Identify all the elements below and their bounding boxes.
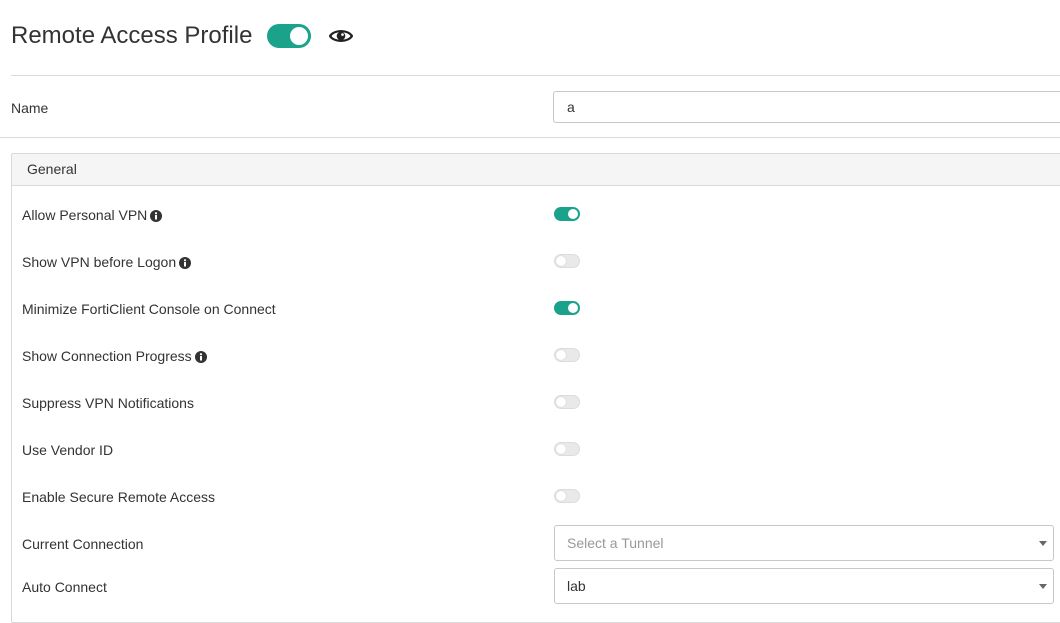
minimize-console-toggle[interactable] bbox=[554, 301, 580, 315]
allow-personal-vpn-label: Allow Personal VPN bbox=[22, 207, 148, 223]
chevron-down-icon bbox=[1039, 584, 1047, 589]
use-vendor-id-label: Use Vendor ID bbox=[22, 442, 114, 458]
enable-secure-remote-access-toggle[interactable] bbox=[554, 489, 580, 503]
auto-connect-label: Auto Connect bbox=[22, 579, 107, 595]
allow-personal-vpn-toggle[interactable] bbox=[554, 207, 580, 221]
use-vendor-id-toggle[interactable] bbox=[554, 442, 580, 456]
row-auto-connect: Auto Connect lab bbox=[12, 568, 1054, 617]
name-label: Name bbox=[11, 100, 49, 116]
current-connection-label: Current Connection bbox=[22, 536, 144, 552]
info-icon[interactable] bbox=[194, 350, 207, 363]
info-icon[interactable] bbox=[179, 256, 192, 269]
enable-secure-remote-access-label: Enable Secure Remote Access bbox=[22, 489, 215, 505]
auto-connect-value: lab bbox=[567, 578, 586, 594]
name-input[interactable] bbox=[553, 91, 1060, 123]
row-allow-personal-vpn: Allow Personal VPN bbox=[12, 205, 1052, 245]
current-connection-placeholder: Select a Tunnel bbox=[567, 535, 664, 551]
profile-enabled-toggle[interactable] bbox=[267, 24, 312, 48]
suppress-vpn-notifications-toggle[interactable] bbox=[554, 395, 580, 409]
current-connection-select[interactable]: Select a Tunnel bbox=[554, 525, 1054, 561]
name-divider bbox=[0, 137, 1060, 138]
row-show-vpn-before-logon: Show VPN before Logon bbox=[12, 252, 1052, 292]
info-icon[interactable] bbox=[150, 209, 163, 222]
row-use-vendor-id: Use Vendor ID bbox=[12, 440, 1052, 480]
header-divider bbox=[11, 75, 1060, 76]
row-show-connection-progress: Show Connection Progress bbox=[12, 346, 1052, 386]
auto-connect-select[interactable]: lab bbox=[554, 568, 1054, 604]
row-suppress-vpn-notifications: Suppress VPN Notifications bbox=[12, 393, 1052, 433]
general-panel: General Allow Personal VPN Show VPN befo… bbox=[11, 153, 1060, 623]
page-title: Remote Access Profile bbox=[11, 22, 253, 49]
minimize-console-label: Minimize FortiClient Console on Connect bbox=[22, 301, 276, 317]
toggle-knob bbox=[290, 27, 309, 45]
chevron-down-icon bbox=[1039, 541, 1047, 546]
eye-icon[interactable] bbox=[329, 26, 355, 46]
show-vpn-before-logon-toggle[interactable] bbox=[554, 254, 580, 268]
show-connection-progress-toggle[interactable] bbox=[554, 348, 580, 362]
row-minimize-console: Minimize FortiClient Console on Connect bbox=[12, 299, 1052, 339]
page-header: Remote Access Profile bbox=[11, 16, 355, 56]
suppress-vpn-notifications-label: Suppress VPN Notifications bbox=[22, 395, 194, 411]
show-vpn-before-logon-label: Show VPN before Logon bbox=[22, 254, 177, 270]
general-panel-header: General bbox=[12, 154, 1060, 186]
row-enable-secure-remote-access: Enable Secure Remote Access bbox=[12, 487, 1052, 527]
show-connection-progress-label: Show Connection Progress bbox=[22, 348, 192, 364]
